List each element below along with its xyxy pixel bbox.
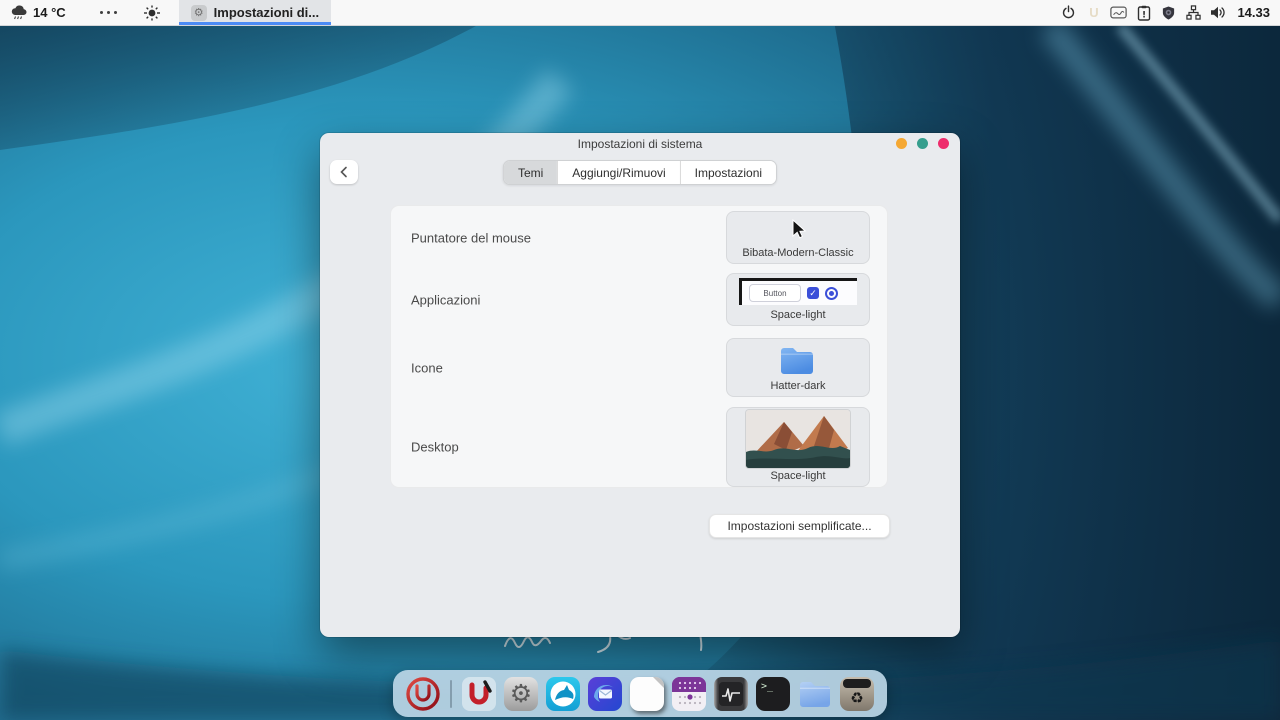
tab-bar: Temi Aggiungi/Rimuovi Impostazioni <box>503 160 777 185</box>
window-titlebar[interactable]: Impostazioni di sistema <box>320 133 960 155</box>
row-label: Icone <box>411 360 443 375</box>
u-ring-logo-icon <box>405 676 441 712</box>
dock-terminal[interactable]: >_ <box>755 676 791 712</box>
dock-trash[interactable]: ♻ <box>839 676 875 712</box>
shield-icon[interactable] <box>1160 4 1177 21</box>
dock-mail[interactable] <box>587 676 623 712</box>
theme-settings-panel: Puntatore del mouse Bibata-Modern-Classi… <box>390 205 888 488</box>
thunderbird-mail-icon <box>588 677 622 711</box>
wallpaper-thumbnail <box>746 410 850 468</box>
desktop-theme-name: Space-light <box>770 470 825 482</box>
brightness-icon[interactable] <box>133 4 171 22</box>
gear-icon: ⚙ <box>510 679 532 709</box>
preview-radio <box>825 287 838 300</box>
row-mouse-pointer: Puntatore del mouse Bibata-Modern-Classi… <box>391 211 887 264</box>
weather-temperature: 14 °C <box>33 5 66 20</box>
screenshot-icon[interactable] <box>1110 4 1127 21</box>
dock-text-editor[interactable] <box>629 676 665 712</box>
dock-system-monitor[interactable] <box>713 676 749 712</box>
simplified-settings-button[interactable]: Impostazioni semplificate... <box>709 514 890 538</box>
top-menu-bar: 14 °C ⚙ Impostazioni di... U <box>0 0 1280 26</box>
close-button[interactable] <box>938 138 949 149</box>
recycle-icon: ♻ <box>840 688 874 710</box>
taskbar-item-settings[interactable]: ⚙ Impostazioni di... <box>179 0 331 25</box>
folder-icon <box>798 679 832 709</box>
trash-lid <box>843 679 871 688</box>
icon-theme-name: Hatter-dark <box>770 380 825 392</box>
row-desktop: Desktop <box>391 407 887 487</box>
preview-checkbox: ✓ <box>807 287 819 299</box>
tab-impostazioni[interactable]: Impostazioni <box>680 161 776 184</box>
distro-u-icon[interactable]: U <box>1085 4 1102 21</box>
system-monitor-icon <box>714 677 748 711</box>
volume-icon[interactable] <box>1210 4 1227 21</box>
dock-settings-gear[interactable]: ⚙ <box>503 676 539 712</box>
cursor-theme-name: Bibata-Modern-Classic <box>742 247 853 259</box>
application-theme-card[interactable]: Button ✓ Space-light <box>726 273 870 326</box>
settings-gear-icon: ⚙ <box>191 5 207 21</box>
page-fold <box>653 677 664 688</box>
svg-text:!: ! <box>1142 10 1146 20</box>
dock: ⚙ <box>393 670 887 717</box>
taskbar-item-label: Impostazioni di... <box>214 5 319 20</box>
u-pen-icon <box>464 679 494 709</box>
row-label: Puntatore del mouse <box>411 230 531 245</box>
active-task-underline <box>179 22 331 25</box>
tab-aggiungi-rimuovi[interactable]: Aggiungi/Rimuovi <box>557 161 679 184</box>
dock-divider <box>450 680 452 708</box>
terminal-prompt: >_ <box>761 681 773 692</box>
row-label: Desktop <box>411 440 459 455</box>
overflow-dots-menu[interactable] <box>76 11 133 14</box>
settings-window: Impostazioni di sistema Temi Aggiungi/Ri… <box>320 133 960 637</box>
dock-browser[interactable] <box>545 676 581 712</box>
network-icon[interactable] <box>1185 4 1202 21</box>
weather-widget[interactable]: 14 °C <box>0 5 76 21</box>
desktop: { "colors": { "accent_blue": "#4c8bf5", … <box>0 0 1280 720</box>
dock-launcher-u-logo[interactable] <box>405 676 441 712</box>
back-button[interactable] <box>330 160 358 184</box>
clock[interactable]: 14.33 <box>1237 5 1270 20</box>
clipboard-alert-icon[interactable]: ! <box>1135 4 1152 21</box>
folder-icon <box>779 344 817 375</box>
row-icons: Icone Hatter-dark <box>391 338 887 397</box>
row-applications: Applicazioni Button ✓ Space-light <box>391 273 887 326</box>
minimize-button[interactable] <box>896 138 907 149</box>
preview-button: Button <box>749 284 801 302</box>
maximize-button[interactable] <box>917 138 928 149</box>
rain-cloud-icon <box>10 5 28 21</box>
application-theme-name: Space-light <box>770 309 825 321</box>
cursor-theme-card[interactable]: Bibata-Modern-Classic <box>726 211 870 264</box>
cursor-icon <box>790 219 807 240</box>
dock-calendar[interactable] <box>671 676 707 712</box>
dock-file-manager[interactable] <box>797 676 833 712</box>
browser-wolf-icon <box>546 677 580 711</box>
icon-theme-card[interactable]: Hatter-dark <box>726 338 870 397</box>
calendar-icon <box>672 677 706 711</box>
tab-temi[interactable]: Temi <box>504 161 557 184</box>
widget-preview: Button ✓ <box>739 278 857 305</box>
power-icon[interactable] <box>1060 4 1077 21</box>
chevron-left-icon <box>339 166 349 178</box>
row-label: Applicazioni <box>411 292 480 307</box>
dock-upen-app[interactable] <box>461 676 497 712</box>
window-title: Impostazioni di sistema <box>578 137 703 151</box>
desktop-theme-card[interactable]: Space-light <box>726 407 870 487</box>
